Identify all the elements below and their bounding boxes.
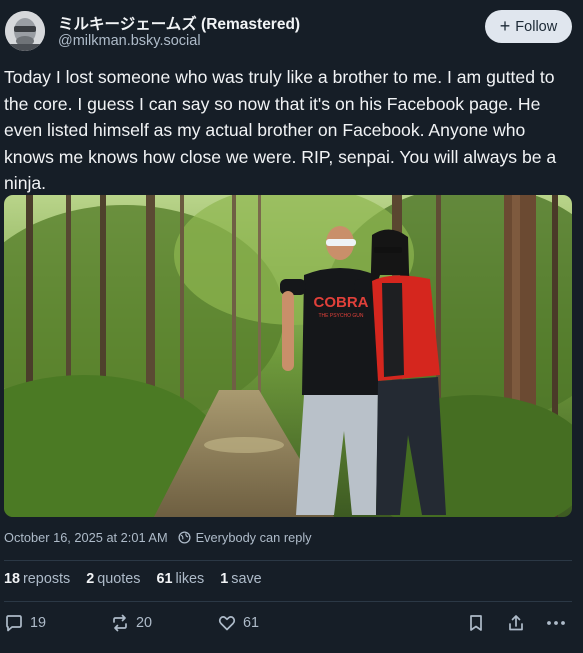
stat-reposts[interactable]: 18 reposts: [4, 571, 70, 587]
share-button[interactable]: [506, 613, 526, 633]
post-timestamp[interactable]: October 16, 2025 at 2:01 AM: [4, 530, 168, 545]
post-stats: 18 reposts 2 quotes 61 likes 1 save: [4, 571, 278, 587]
reply-setting[interactable]: Everybody can reply: [178, 530, 312, 545]
author-handle[interactable]: @milkman.bsky.social: [58, 33, 201, 49]
plus-icon: +: [499, 15, 511, 36]
post-text: Today I lost someone who was truly like …: [4, 67, 557, 193]
like-count: 61: [243, 615, 260, 631]
bookmark-icon: [470, 615, 482, 631]
author-avatar[interactable]: [5, 11, 45, 51]
stat-likes[interactable]: 61 likes: [156, 571, 204, 587]
stat-saves: 1 save: [220, 571, 262, 587]
divider-top: [4, 560, 572, 561]
avatar-photo-icon: [5, 11, 45, 51]
reply-setting-label: Everybody can reply: [195, 530, 312, 545]
reply-count: 19: [30, 615, 47, 631]
post-meta: October 16, 2025 at 2:01 AM Everybody ca…: [4, 530, 312, 545]
repost-icon: [113, 614, 127, 632]
stat-quotes[interactable]: 2 quotes: [86, 571, 140, 587]
reply-icon: [6, 615, 22, 632]
share-icon: [509, 615, 523, 631]
author-display-name[interactable]: ミルキージェームズ (Remastered): [58, 12, 300, 34]
post-actions: 19 20 61: [0, 613, 583, 639]
shirt-print: COBRA: [314, 294, 369, 311]
heart-icon: [218, 616, 236, 631]
post-image[interactable]: COBRA THE PSYCHO GUN: [4, 195, 572, 517]
shirt-print-sub: THE PSYCHO GUN: [318, 313, 363, 319]
repost-count: 20: [136, 615, 153, 631]
reply-button[interactable]: 19: [4, 613, 46, 633]
follow-button[interactable]: + Follow: [485, 10, 572, 43]
like-button[interactable]: 61: [217, 613, 259, 633]
more-options-button[interactable]: [545, 613, 567, 633]
globe-icon: [178, 531, 191, 544]
follow-button-label: Follow: [515, 18, 558, 35]
repost-button[interactable]: 20: [110, 613, 152, 633]
forest-photo: COBRA THE PSYCHO GUN: [4, 195, 572, 517]
ellipsis-icon: [547, 621, 565, 625]
post-header: ミルキージェームズ (Remastered) @milkman.bsky.soc…: [0, 0, 583, 58]
save-button[interactable]: [467, 613, 485, 633]
divider-bottom: [4, 601, 572, 602]
